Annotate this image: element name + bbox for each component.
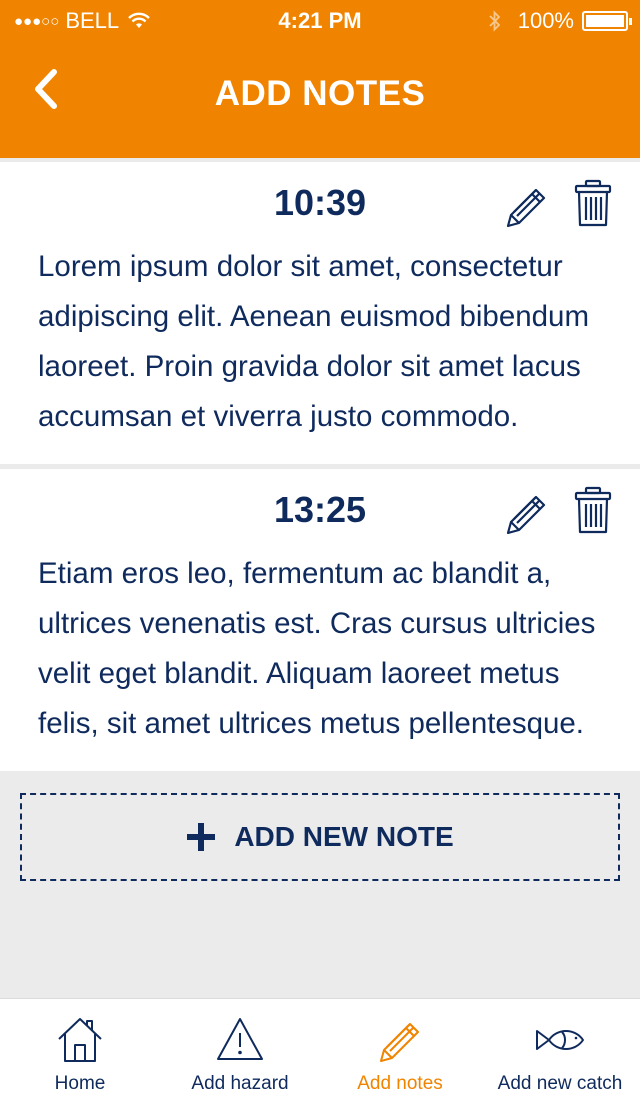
battery-icon xyxy=(582,11,632,31)
fish-icon xyxy=(536,1030,584,1050)
note-card: 10:39 Lorem ipsum dolor sit amet, consec… xyxy=(0,162,640,464)
tab-add-new-catch[interactable]: Add new catch xyxy=(480,999,640,1098)
tab-label: Add new catch xyxy=(497,1073,623,1094)
note-card: 13:25 Etiam eros leo, fermentum ac bland… xyxy=(0,469,640,771)
home-icon xyxy=(58,1018,102,1062)
pencil-icon xyxy=(380,1023,419,1062)
tab-label: Add hazard xyxy=(191,1073,289,1094)
header-bar: ●●●○○ BELL 4:21 PM 100% ADD NOTES xyxy=(0,0,640,158)
status-bar: ●●●○○ BELL 4:21 PM 100% xyxy=(0,0,640,40)
edit-note-button[interactable] xyxy=(500,489,550,539)
delete-note-button[interactable] xyxy=(568,178,618,228)
edit-note-button[interactable] xyxy=(500,182,550,232)
bluetooth-icon xyxy=(489,10,500,32)
tab-home[interactable]: Home xyxy=(0,999,160,1098)
battery-percent: 100% xyxy=(517,8,574,33)
tab-label: Add notes xyxy=(357,1073,443,1094)
page-title: ADD NOTES xyxy=(214,74,426,113)
tab-add-notes[interactable]: Add notes xyxy=(320,999,480,1098)
tab-bar: Home Add hazard Add notes Add new catch xyxy=(0,998,640,1098)
delete-note-button[interactable] xyxy=(568,485,618,535)
add-new-note-button[interactable]: ADD NEW NOTE xyxy=(20,793,620,881)
warning-icon xyxy=(217,1018,263,1060)
note-text: Lorem ipsum dolor sit amet, consectetur … xyxy=(38,250,590,433)
plus-icon xyxy=(187,823,216,851)
add-new-note-label: ADD NEW NOTE xyxy=(234,821,454,852)
tab-add-hazard[interactable]: Add hazard xyxy=(160,999,320,1098)
tab-label: Home xyxy=(54,1073,106,1094)
note-text: Etiam eros leo, fermentum ac blandit a, … xyxy=(38,557,596,740)
